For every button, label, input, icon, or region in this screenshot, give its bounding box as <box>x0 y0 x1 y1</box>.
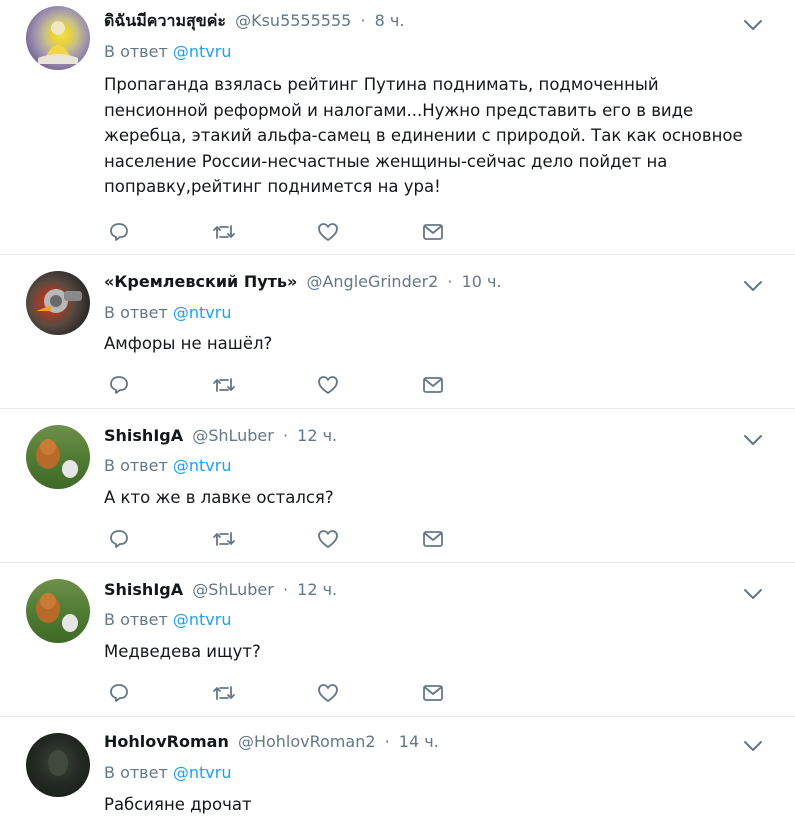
tweet[interactable]: «Кремлевский Путь» @AngleGrinder2 · 10 ч… <box>0 255 795 409</box>
envelope-icon[interactable] <box>418 680 448 708</box>
timestamp[interactable]: 14 ч. <box>399 732 439 751</box>
reply-icon[interactable] <box>104 526 134 554</box>
username[interactable]: @ShLuber <box>192 580 274 599</box>
reply-context: В ответ @ntvru <box>104 762 231 784</box>
tweet-text: Рабсияне дрочат <box>104 795 252 814</box>
chevron-down-icon[interactable] <box>743 431 763 445</box>
tweet[interactable]: HohlovRoman @HohlovRoman2 · 14 ч. В отве… <box>0 717 795 821</box>
separator: · <box>447 272 453 291</box>
avatar[interactable] <box>26 579 90 643</box>
tweet-header: ดิฉันมีความสุขค่ะ @Ksu5555555 · 8 ч. <box>104 10 404 32</box>
avatar-image <box>48 750 68 776</box>
heart-icon[interactable] <box>313 680 343 708</box>
heart-icon[interactable] <box>313 219 343 247</box>
display-name[interactable]: ShishIgA <box>104 580 183 599</box>
tweet-actions <box>104 526 464 554</box>
display-name[interactable]: ShishIgA <box>104 426 183 445</box>
chevron-down-icon[interactable] <box>743 737 763 751</box>
reply-mention-link[interactable]: @ntvru <box>173 42 232 61</box>
avatar-image <box>38 21 78 64</box>
chevron-down-icon[interactable] <box>743 585 763 599</box>
avatar-image <box>36 439 78 478</box>
avatar[interactable] <box>26 271 90 335</box>
reply-prefix: В ответ <box>104 456 168 475</box>
tweet-header: HohlovRoman @HohlovRoman2 · 14 ч. <box>104 731 439 753</box>
retweet-icon[interactable] <box>209 372 239 400</box>
username[interactable]: @HohlovRoman2 <box>238 732 376 751</box>
tweet-text: А кто же в лавке остался? <box>104 488 334 507</box>
reply-icon[interactable] <box>104 680 134 708</box>
reply-prefix: В ответ <box>104 42 168 61</box>
tweet-text: Амфоры не нашёл? <box>104 334 273 353</box>
tweet[interactable]: ดิฉันมีความสุขค่ะ @Ksu5555555 · 8 ч. В о… <box>0 0 795 255</box>
timestamp[interactable]: 10 ч. <box>462 272 502 291</box>
display-name[interactable]: HohlovRoman <box>104 732 229 751</box>
timestamp[interactable]: 12 ч. <box>297 580 337 599</box>
display-name[interactable]: ดิฉันมีความสุขค่ะ <box>104 11 226 30</box>
envelope-icon[interactable] <box>418 526 448 554</box>
reply-context: В ответ @ntvru <box>104 302 231 324</box>
envelope-icon[interactable] <box>418 219 448 247</box>
tweet-actions <box>104 680 464 708</box>
timestamp[interactable]: 8 ч. <box>375 11 405 30</box>
reply-prefix: В ответ <box>104 610 168 629</box>
tweet[interactable]: ShishIgA @ShLuber · 12 ч. В ответ @ntvru… <box>0 563 795 717</box>
avatar[interactable] <box>26 6 90 70</box>
reply-prefix: В ответ <box>104 303 168 322</box>
tweet-header: «Кремлевский Путь» @AngleGrinder2 · 10 ч… <box>104 271 502 293</box>
display-name[interactable]: «Кремлевский Путь» <box>104 272 297 291</box>
avatar[interactable] <box>26 733 90 797</box>
tweet-header: ShishIgA @ShLuber · 12 ч. <box>104 579 337 601</box>
heart-icon[interactable] <box>313 372 343 400</box>
retweet-icon[interactable] <box>209 680 239 708</box>
avatar[interactable] <box>26 425 90 489</box>
username[interactable]: @ShLuber <box>192 426 274 445</box>
heart-icon[interactable] <box>313 526 343 554</box>
separator: · <box>384 732 390 751</box>
chevron-down-icon[interactable] <box>743 16 763 30</box>
reply-mention-link[interactable]: @ntvru <box>173 456 232 475</box>
separator: · <box>282 580 289 599</box>
retweet-icon[interactable] <box>209 526 239 554</box>
tweet[interactable]: ShishIgA @ShLuber · 12 ч. В ответ @ntvru… <box>0 409 795 563</box>
username[interactable]: @Ksu5555555 <box>235 11 351 30</box>
reply-mention-link[interactable]: @ntvru <box>173 303 232 322</box>
reply-context: В ответ @ntvru <box>104 41 231 63</box>
tweet-header: ShishIgA @ShLuber · 12 ч. <box>104 425 337 447</box>
reply-mention-link[interactable]: @ntvru <box>173 763 232 782</box>
envelope-icon[interactable] <box>418 372 448 400</box>
tweet-text: Медведева ищут? <box>104 642 261 661</box>
retweet-icon[interactable] <box>209 219 239 247</box>
separator: · <box>360 11 366 30</box>
reply-context: В ответ @ntvru <box>104 455 231 477</box>
avatar-image <box>36 289 82 313</box>
reply-context: В ответ @ntvru <box>104 609 231 631</box>
reply-prefix: В ответ <box>104 763 168 782</box>
tweet-actions <box>104 219 464 247</box>
separator: · <box>282 426 289 445</box>
reply-icon[interactable] <box>104 219 134 247</box>
chevron-down-icon[interactable] <box>743 277 763 291</box>
reply-mention-link[interactable]: @ntvru <box>173 610 232 629</box>
tweet-actions <box>104 372 464 400</box>
username[interactable]: @AngleGrinder2 <box>306 272 438 291</box>
avatar-image <box>36 593 78 632</box>
reply-icon[interactable] <box>104 372 134 400</box>
tweet-text: Пропаганда взялась рейтинг Путина подним… <box>104 75 743 197</box>
timestamp[interactable]: 12 ч. <box>297 426 337 445</box>
